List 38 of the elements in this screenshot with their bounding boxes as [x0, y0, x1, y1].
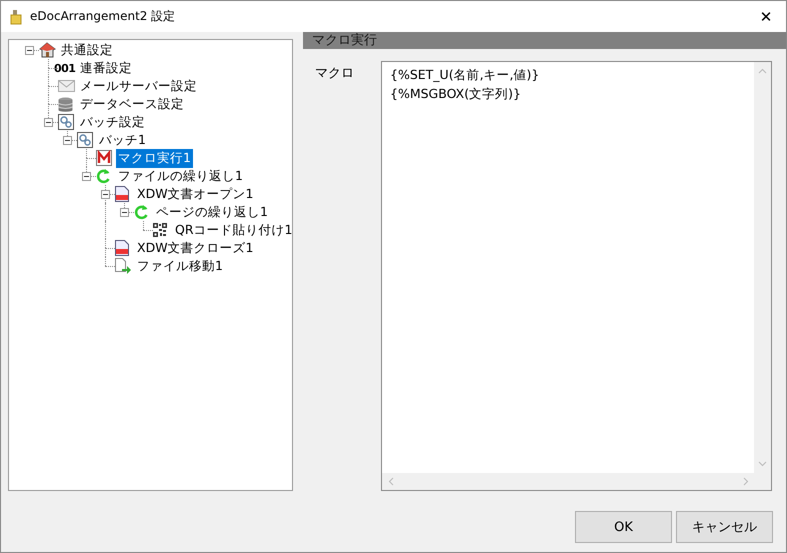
- house-icon: [39, 42, 56, 58]
- field-label: マクロ: [314, 65, 355, 83]
- macro-icon: [96, 150, 112, 166]
- tree-item[interactable]: XDW文書オープン1: [135, 184, 256, 204]
- collapse-toggle[interactable]: [63, 136, 72, 145]
- tree-item[interactable]: 連番設定: [78, 58, 134, 78]
- app-icon: [10, 8, 22, 24]
- tree-item[interactable]: ファイルの繰り返し1: [116, 166, 245, 186]
- collapse-toggle[interactable]: [82, 172, 91, 181]
- text-line: {%MSGBOX(文字列)}: [390, 85, 521, 103]
- cancel-button[interactable]: キャンセル: [676, 511, 773, 543]
- collapse-toggle[interactable]: [101, 190, 110, 199]
- tree-item[interactable]: XDW文書クローズ1: [135, 238, 256, 258]
- collapse-toggle[interactable]: [120, 208, 129, 217]
- tree-item[interactable]: バッチ設定: [78, 112, 147, 132]
- collapse-toggle[interactable]: [25, 46, 34, 55]
- document-icon: [115, 186, 129, 202]
- envelope-icon: [58, 80, 75, 92]
- collapse-toggle[interactable]: [44, 118, 53, 127]
- tree-item[interactable]: ページの繰り返し1: [154, 202, 270, 222]
- loop-arrow-icon: [134, 204, 149, 220]
- tree-item[interactable]: バッチ1: [97, 130, 148, 150]
- window-title: eDocArrangement2 設定: [30, 8, 176, 25]
- tree-item[interactable]: マクロ実行1: [116, 148, 193, 168]
- tree-item[interactable]: 共通設定: [59, 40, 115, 60]
- counter-icon: 001: [54, 62, 76, 74]
- tree-item[interactable]: メールサーバー設定: [78, 76, 199, 96]
- qr-code-icon: [153, 223, 167, 237]
- text-line: {%SET_U(名前,キー,値)}: [390, 66, 540, 84]
- ok-button[interactable]: OK: [575, 511, 672, 543]
- close-button[interactable]: ✕: [746, 2, 786, 32]
- macro-text-area[interactable]: {%SET_U(名前,キー,値)} {%MSGBOX(文字列)}: [381, 61, 772, 491]
- tree-item[interactable]: データベース設定: [78, 94, 186, 114]
- section-header: マクロ実行: [303, 32, 786, 49]
- tree-item[interactable]: QRコード貼り付け1: [173, 220, 294, 240]
- tree-item[interactable]: ファイル移動1: [135, 256, 225, 276]
- document-icon: [115, 240, 129, 256]
- loop-arrow-icon: [96, 168, 111, 184]
